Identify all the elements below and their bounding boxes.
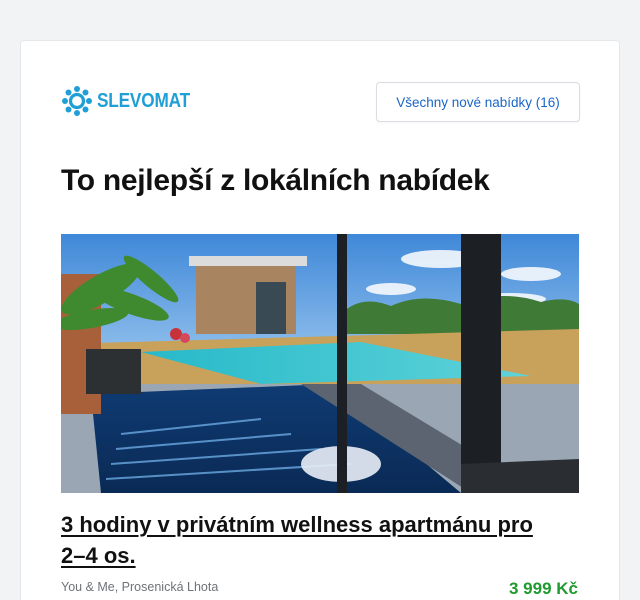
offer-image[interactable] (61, 234, 579, 493)
logo-text: SLEVOMAT (97, 89, 190, 112)
all-new-offers-button[interactable]: Všechny nové nabídky (16) (376, 82, 580, 122)
page-title: To nejlepší z lokálních nabídek (61, 164, 490, 197)
slevomat-logo[interactable]: SLEVOMAT (61, 85, 205, 117)
wellness-pool-photo (61, 234, 579, 493)
offer-vendor: You & Me, Prosenická Lhota (61, 580, 219, 594)
offer-title-link[interactable]: 3 hodiny v privátním wellness apartmánu … (61, 509, 561, 571)
newsletter-card: SLEVOMAT Všechny nové nabídky (16) To ne… (20, 40, 620, 600)
offer-price: 3 999 Kč (509, 579, 578, 598)
gear-icon (62, 86, 92, 116)
